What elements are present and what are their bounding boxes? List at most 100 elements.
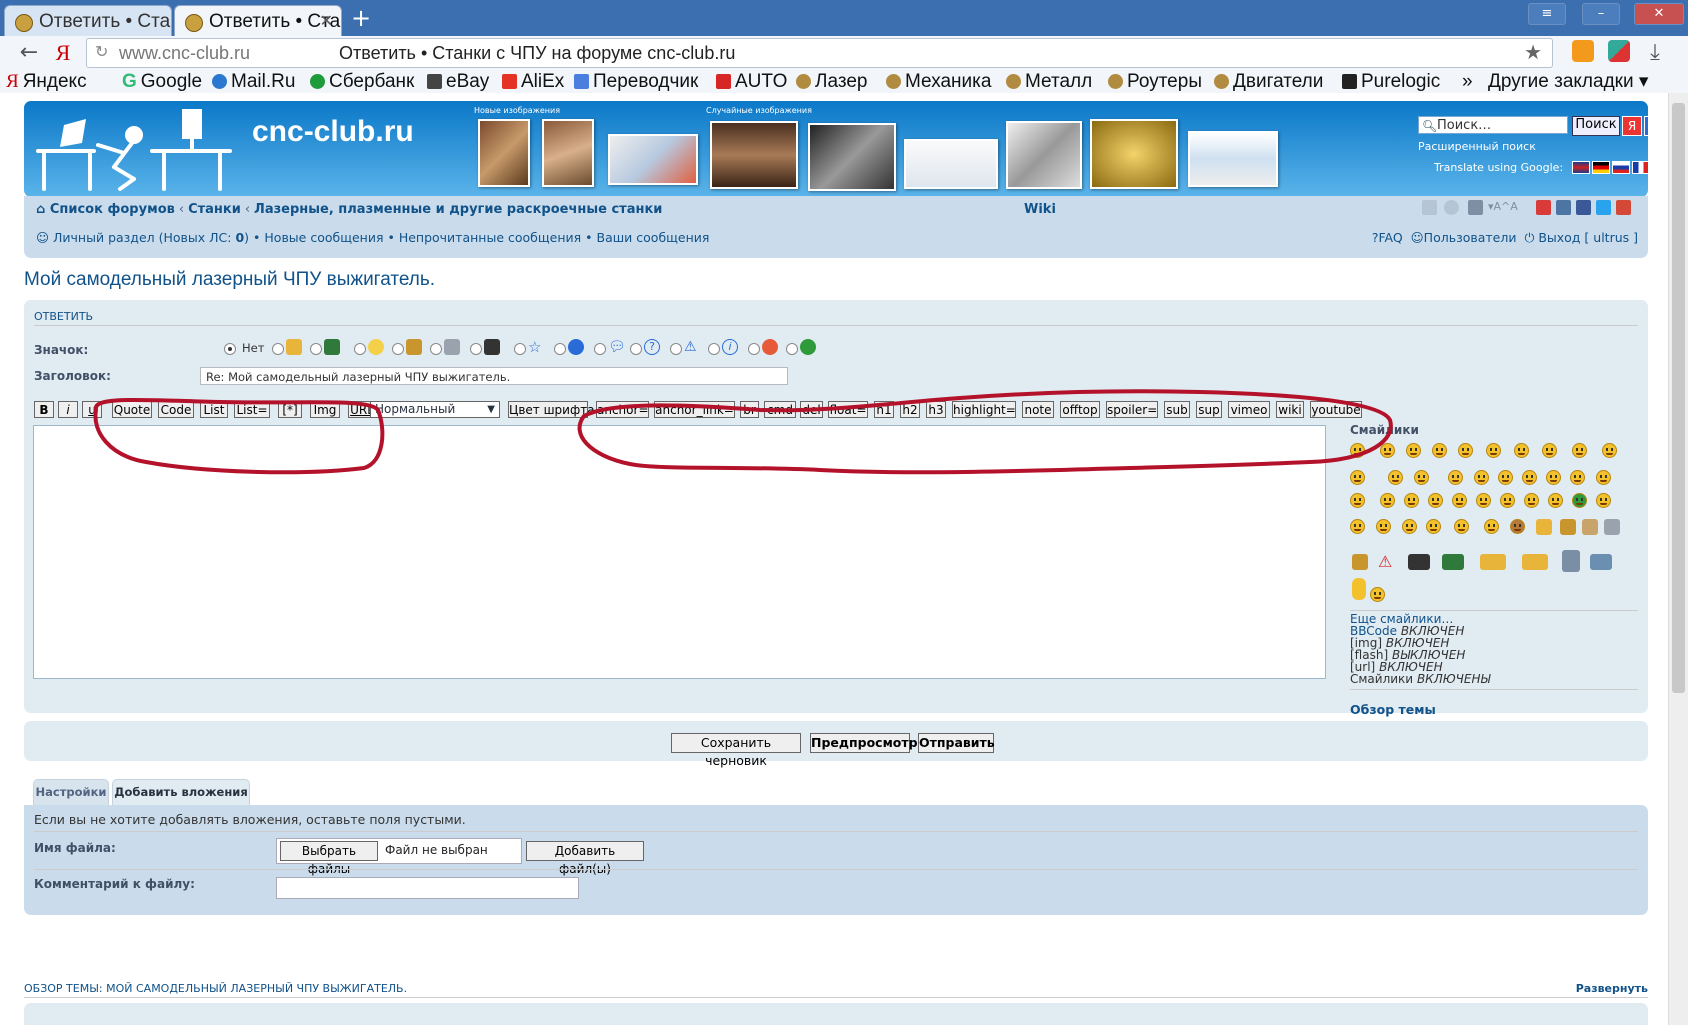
back-icon[interactable]: ← [16, 40, 42, 66]
smiley-icon[interactable] [1458, 443, 1473, 458]
save-draft-button[interactable]: Сохранить черновик [671, 733, 801, 768]
bookmark-auto[interactable]: AUTO [716, 70, 787, 93]
google-plus-icon[interactable] [1616, 200, 1631, 215]
bookmark-yandex[interactable]: Я Яндекс [6, 70, 87, 93]
users-link[interactable]: Пользователи [1424, 230, 1517, 245]
faq-link[interactable]: FAQ [1378, 230, 1402, 245]
smiley-icon[interactable] [1426, 519, 1441, 534]
welding-smiley-icon[interactable] [1522, 554, 1548, 570]
smiley-icon[interactable] [1406, 443, 1421, 458]
bbcode-offtop-button[interactable]: offtop [1060, 401, 1100, 418]
underline-button[interactable]: u [82, 401, 102, 418]
smiley-icon[interactable] [1380, 493, 1395, 508]
code-button[interactable]: Code [158, 401, 194, 418]
bbcode-highlight-button[interactable]: highlight= [952, 401, 1016, 418]
bookmark-sberbank[interactable]: Сбербанк [310, 70, 414, 93]
new-posts-link[interactable]: Новые сообщения [264, 230, 383, 245]
file-input[interactable]: Выбрать файлы Файл не выбран [276, 838, 522, 876]
address-bar[interactable]: ↻ www.cnc-club.ru Ответить • Станки с ЧП… [86, 38, 1553, 68]
image-thumbnail[interactable] [904, 139, 998, 189]
beer-icon[interactable] [1536, 519, 1552, 535]
smiley-icon[interactable] [1498, 470, 1513, 485]
image-thumbnail[interactable] [542, 119, 594, 187]
flag-ru-icon[interactable] [1612, 161, 1630, 174]
drill-icon[interactable] [1590, 554, 1612, 570]
bookmark-laser[interactable]: Лазер [796, 70, 867, 93]
site-logo-icon[interactable] [34, 105, 244, 193]
smiley-icon[interactable] [1474, 470, 1489, 485]
smiley-icon[interactable] [1432, 443, 1447, 458]
robot-icon[interactable] [1562, 550, 1580, 572]
search-button[interactable]: Поиск [1572, 116, 1620, 136]
img-button[interactable]: Img [310, 401, 340, 418]
mobile-icon[interactable] [1422, 200, 1437, 215]
smiley-icon[interactable] [1350, 519, 1365, 534]
page-scrollbar[interactable] [1668, 93, 1688, 1025]
site-logo-text[interactable]: cnc-club.ru [252, 115, 414, 149]
smiley-tall-icon[interactable] [1352, 578, 1366, 600]
bookmark-motors[interactable]: Двигатели [1214, 70, 1323, 93]
breadcrumb-forums[interactable]: Список форумов [50, 202, 175, 217]
preview-button[interactable]: Предпросмотр [810, 733, 918, 753]
bbcode-wiki-button[interactable]: wiki [1276, 401, 1304, 418]
message-textarea[interactable] [33, 425, 1326, 679]
other-bookmarks[interactable]: Другие закладки ▾ [1488, 70, 1648, 93]
smiley-icon[interactable] [1510, 519, 1525, 534]
bbcode-spoiler-button[interactable]: spoiler= [1106, 401, 1158, 418]
font-size-select[interactable]: Нормальный ▼ [370, 401, 500, 418]
unread-posts-link[interactable]: Непрочитанные сообщения [399, 230, 581, 245]
smiley-icon[interactable] [1380, 443, 1395, 458]
smiley-icon[interactable] [1454, 519, 1469, 534]
tab-close-icon[interactable]: ✕ [320, 6, 333, 36]
bookmark-ebay[interactable]: eBay [427, 70, 489, 93]
smiley-icon[interactable] [1570, 470, 1585, 485]
smiley-icon[interactable] [1404, 493, 1419, 508]
logout-link[interactable]: Выход [ ultrus ] [1538, 230, 1638, 245]
image-thumbnail[interactable] [1090, 119, 1178, 189]
extension-home-icon[interactable] [1572, 40, 1594, 62]
subject-input[interactable]: Re: Мой самодельный лазерный ЧПУ выжигат… [200, 367, 788, 385]
bookmark-routers[interactable]: Роутеры [1108, 70, 1202, 93]
breadcrumb-laser[interactable]: Лазерные, плазменные и другие раскроечны… [254, 202, 662, 217]
smiley-icon[interactable] [1428, 493, 1443, 508]
twitter-icon[interactable] [1596, 200, 1611, 215]
smiley-icon[interactable] [1548, 493, 1563, 508]
italic-button[interactable]: i [58, 401, 78, 418]
bbcode-anchor-button[interactable]: anchor= [596, 401, 649, 418]
bbcode-note-button[interactable]: note [1022, 401, 1054, 418]
smiley-icon[interactable] [1524, 493, 1539, 508]
smiley-icon[interactable] [1596, 470, 1611, 485]
icon-radio[interactable] [354, 343, 366, 355]
image-thumbnail[interactable] [478, 119, 530, 187]
font-color-button[interactable]: Цвет шрифта [508, 401, 595, 418]
flag-de-icon[interactable] [1592, 161, 1610, 174]
bbcode-youtube-button[interactable]: youtube [1310, 401, 1362, 418]
image-thumbnail[interactable] [608, 134, 698, 185]
image-thumbnail[interactable] [1006, 121, 1082, 189]
bbcode-br-button[interactable]: br [740, 401, 759, 418]
wrench-icon[interactable] [1604, 519, 1620, 535]
image-thumbnail[interactable] [710, 121, 798, 189]
yandex-icon[interactable]: Я [50, 40, 76, 66]
bookmark-star-icon[interactable]: ★ [1524, 39, 1542, 67]
menu-icon[interactable]: ≡ [1528, 3, 1566, 25]
font-size-icon[interactable]: ▾A^A [1488, 200, 1528, 215]
extension-icon[interactable] [1608, 40, 1630, 62]
smiley-icon[interactable] [1350, 493, 1365, 508]
bookmark-mailru[interactable]: Mail.Ru [212, 70, 295, 93]
image-thumbnail[interactable] [808, 123, 896, 191]
smiley-icon[interactable] [1546, 470, 1561, 485]
bbcode-sup-button[interactable]: sup [1196, 401, 1222, 418]
bbcode-h3-button[interactable]: h3 [926, 401, 946, 418]
minimize-icon[interactable]: – [1582, 3, 1620, 25]
smiley-icon[interactable] [1484, 519, 1499, 534]
advanced-search-link[interactable]: Расширенный поиск [1418, 140, 1536, 153]
icon-radio[interactable] [514, 343, 526, 355]
icon-radio[interactable] [554, 343, 566, 355]
bookmark-metal[interactable]: Металл [1006, 70, 1092, 93]
smiley-icon[interactable] [1500, 493, 1515, 508]
bookmark-purelogic[interactable]: Purelogic [1342, 70, 1440, 93]
download-icon[interactable]: ⤓ [1642, 40, 1668, 66]
smiley-icon[interactable] [1486, 443, 1501, 458]
icon-radio[interactable] [470, 343, 482, 355]
